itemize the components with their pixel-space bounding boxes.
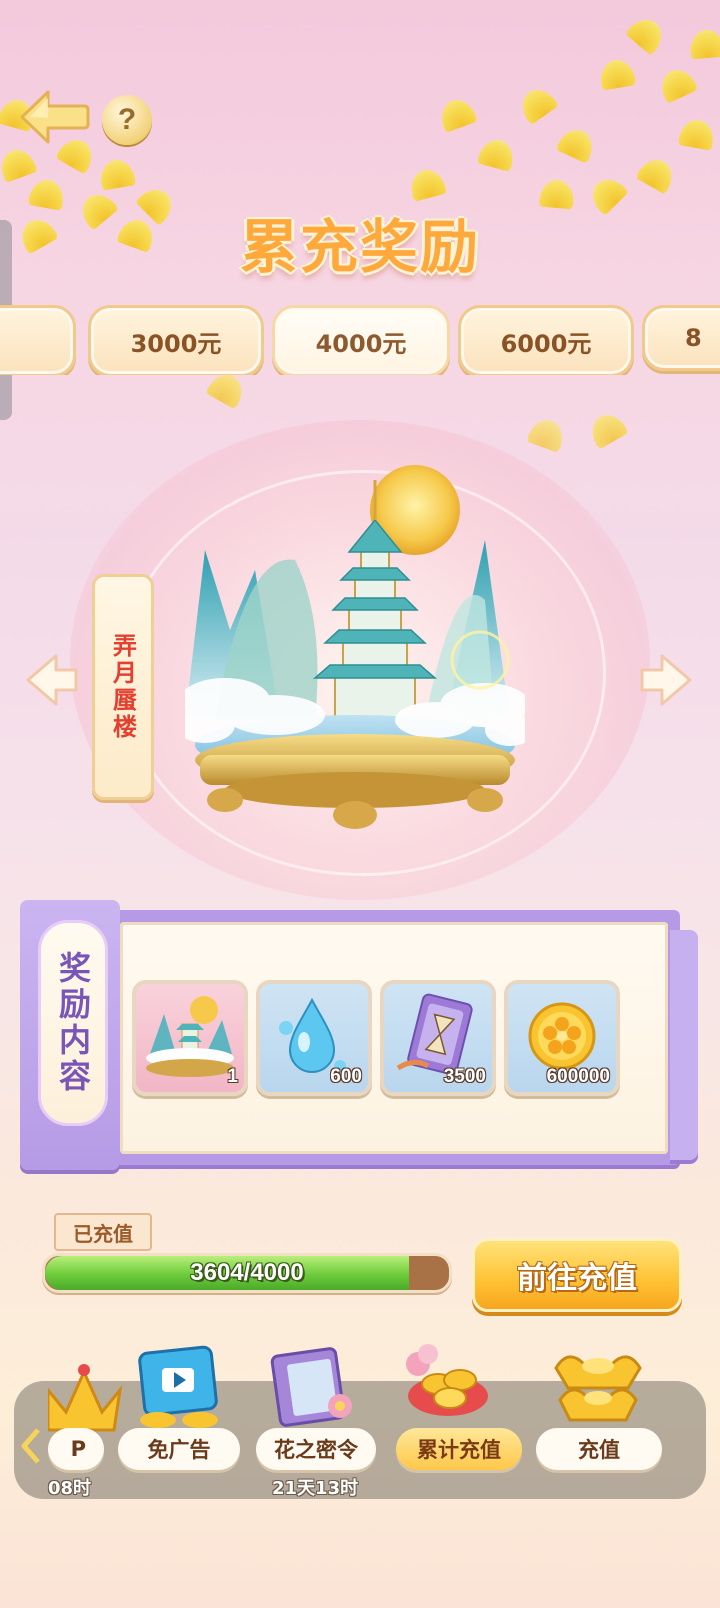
nav-cumulative-recharge[interactable]: 累计充值 — [396, 1428, 522, 1470]
panel-right-tab — [670, 930, 698, 1160]
reward-slot-water-drop[interactable]: 600 — [256, 980, 372, 1096]
reward-qty: 600000 — [546, 1066, 610, 1087]
reward-label: 奖励内容 — [54, 951, 92, 1095]
progress-text: 3604/4000 — [190, 1259, 304, 1286]
nav-flower-secret-timer: 21天13时 — [272, 1478, 359, 1499]
nav-vip[interactable]: P — [48, 1428, 104, 1470]
tier-tab-3000[interactable]: 3000元 — [88, 305, 264, 375]
reward-label-scroll: 奖励内容 — [38, 920, 108, 1126]
tier-tabs: 3000元 4000元 6000元 8 — [0, 305, 720, 375]
previous-arrow-icon[interactable] — [22, 650, 82, 710]
reward-qty: 3500 — [443, 1066, 486, 1087]
item-name-scroll: 弄月蜃楼 — [92, 574, 154, 800]
reward-qty: 600 — [330, 1066, 362, 1087]
ad-free-ticket-icon — [138, 1345, 218, 1428]
nav-ad-free[interactable]: 免广告 — [118, 1428, 240, 1470]
nav-left-arrow-icon[interactable] — [20, 1426, 44, 1466]
reward-slot-hourglass-card[interactable]: 3500 — [380, 980, 496, 1096]
item-name: 弄月蜃楼 — [108, 633, 137, 741]
nav-vip-timer: 08时 — [48, 1478, 92, 1499]
nav-flower-secret[interactable]: 花之密令 — [256, 1428, 376, 1470]
page-title: 累充奖励 — [239, 213, 480, 281]
nav-recharge[interactable]: 充值 — [536, 1428, 662, 1470]
gold-ingots-icon — [406, 1344, 488, 1416]
reward-slot-flower-coin[interactable]: 600000 — [504, 980, 620, 1096]
tier-tab-next[interactable]: 8 — [642, 305, 720, 371]
tier-tab-4000[interactable]: 4000元 — [272, 305, 450, 375]
help-button[interactable]: ? — [102, 95, 152, 145]
tier-tab-previous[interactable] — [0, 305, 76, 375]
recharged-tag: 已充值 — [54, 1213, 152, 1251]
reward-panel: 奖励内容 1 600 3500 600000 — [20, 900, 700, 1180]
next-arrow-icon[interactable] — [636, 650, 696, 710]
gold-ingot-icon — [554, 1355, 642, 1422]
panel-side: 奖励内容 — [20, 900, 120, 1170]
reward-qty: 1 — [227, 1066, 238, 1087]
go-recharge-button[interactable]: 前往充值 — [472, 1238, 682, 1312]
reward-slot-diorama[interactable]: 1 — [132, 980, 248, 1096]
flower-secret-book-icon — [270, 1347, 352, 1427]
back-arrow-icon[interactable] — [18, 88, 90, 146]
pagoda-diorama-image — [185, 465, 525, 829]
tier-tab-6000[interactable]: 6000元 — [458, 305, 634, 375]
recharge-progress-bar: 3604/4000 — [42, 1253, 452, 1293]
